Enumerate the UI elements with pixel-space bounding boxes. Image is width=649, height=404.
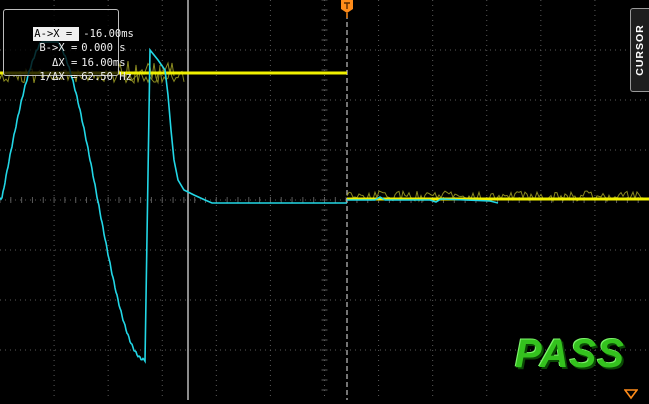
readout-b-label: B->X = (33, 41, 77, 56)
readout-delta-value: 16.00ms (81, 57, 125, 69)
readout-a-value: -16.00ms (83, 28, 134, 40)
pass-fail-status: PASS (515, 334, 625, 374)
readout-row-a: A->X = -16.00ms (8, 12, 118, 27)
trigger-position-icon[interactable] (341, 0, 353, 18)
trigger-level-icon[interactable] (624, 385, 638, 397)
readout-freq-value: 62.50 Hz (81, 71, 132, 83)
readout-a-label: A->X = (33, 27, 79, 42)
cursor-readout-panel: A->X = -16.00ms B->X = 0.000 s ΔX = 16.00ms… (3, 9, 119, 76)
cursor-menu-tab[interactable]: CURSOR (630, 8, 649, 92)
readout-b-value: 0.000 s (81, 42, 125, 54)
readout-freq-label: 1/ΔX = (33, 70, 77, 85)
cursor-tab-label: CURSOR (634, 24, 646, 76)
readout-delta-label: ΔX = (33, 56, 77, 71)
